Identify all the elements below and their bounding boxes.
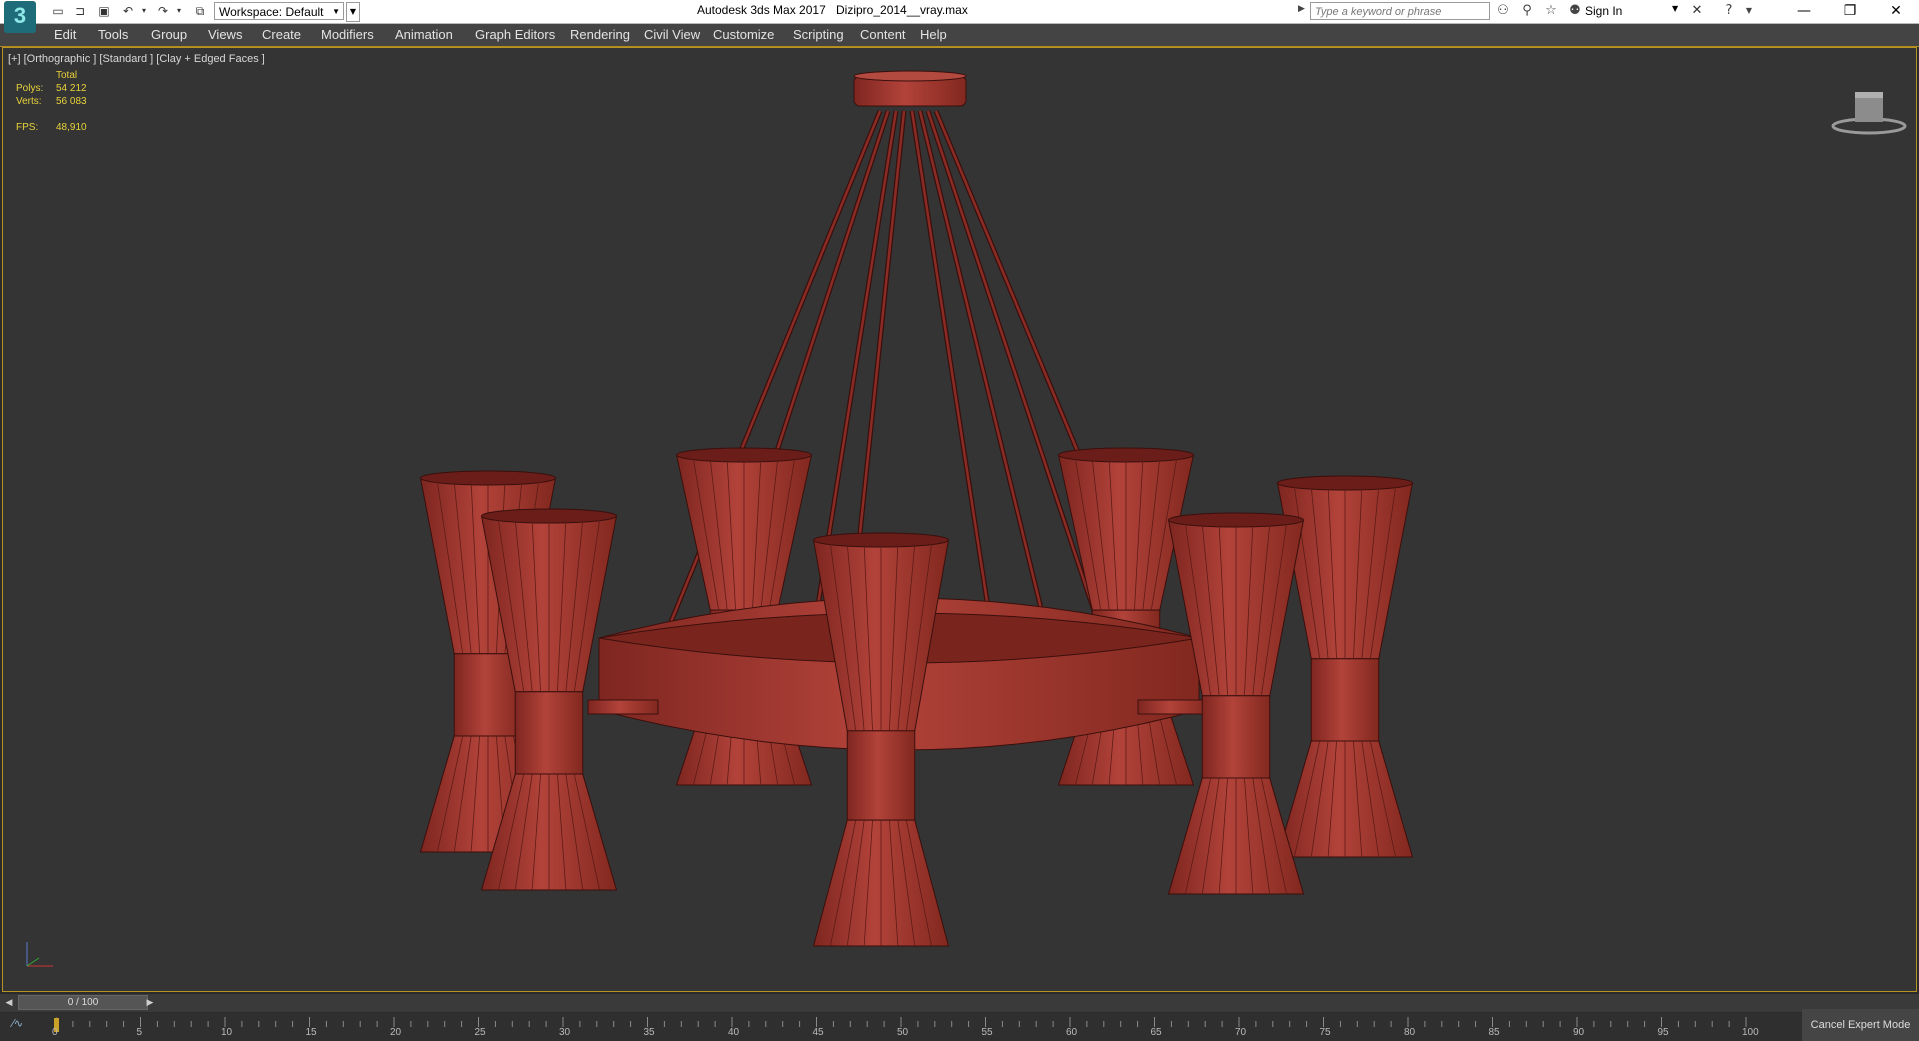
track-bar-label: 40 [728,1027,740,1038]
open-file-icon[interactable]: ⊐ [72,3,88,19]
track-bar-label: 90 [1573,1027,1585,1038]
track-bar-label: 15 [305,1027,317,1038]
curve-editor-icon[interactable]: ⁄∿ [12,1017,23,1030]
time-slider[interactable]: ◀ 0 / 100 ▶ [0,994,1919,1012]
workspace-dropdown[interactable]: Workspace: Default ▼ [214,2,344,20]
chandelier-model[interactable] [3,48,1916,991]
left-arm [587,699,659,715]
menu-bar: Edit Tools Group Views Create Modifiers … [0,24,1919,47]
track-bar-label: 100 [1742,1027,1759,1038]
track-bar-label: 25 [474,1027,486,1038]
track-bar-label: 45 [812,1027,824,1038]
minimize-button[interactable]: — [1781,0,1827,22]
track-bar-label: 5 [136,1027,143,1038]
sign-in-button[interactable]: Sign In [1585,4,1622,18]
track-bar-label: 75 [1319,1027,1331,1038]
menu-create[interactable]: Create [262,27,301,42]
cancel-expert-mode-button[interactable]: Cancel Expert Mode [1802,1009,1919,1041]
new-file-icon[interactable]: ▭ [50,3,66,19]
previous-frame-icon[interactable]: ◀ [3,996,15,1010]
track-bar-label: 20 [390,1027,402,1038]
help-icon[interactable]: ? [1720,3,1738,19]
time-slider-thumb[interactable]: 0 / 100 [18,995,148,1010]
track-bar-label: 95 [1657,1027,1669,1038]
track-bar-label: 70 [1235,1027,1247,1038]
exchange-apps-icon[interactable]: ✕ [1688,3,1706,19]
undo-dropdown-icon[interactable]: ▾ [136,3,152,19]
lamp-shade-right-front-collar [1201,695,1271,779]
binoculars-icon[interactable]: ⚇ [1494,3,1512,19]
undo-icon[interactable]: ↶ [120,3,136,19]
track-bar-label: 55 [981,1027,993,1038]
app-title: Autodesk 3ds Max 2017 [697,3,826,17]
track-bar-label: 35 [643,1027,655,1038]
menu-scripting[interactable]: Scripting [793,27,844,42]
communication-center-icon[interactable]: ⚲ [1518,3,1536,19]
search-input[interactable]: Type a keyword or phrase [1310,2,1490,20]
save-file-icon[interactable]: ▣ [96,3,112,19]
menu-help[interactable]: Help [920,27,947,42]
canopy-top [853,70,967,82]
lamp-shade-right-back-collar [1310,658,1380,742]
chevron-down-icon: ▼ [332,7,340,16]
menu-animation[interactable]: Animation [395,27,453,42]
lamp-shade-left-front-collar [514,691,584,775]
perspective-viewport[interactable]: [+] [Orthographic ] [Standard ] [Clay + … [2,47,1917,992]
menu-views[interactable]: Views [208,27,242,42]
next-frame-icon[interactable]: ▶ [144,996,156,1010]
restore-button[interactable]: ❐ [1827,0,1873,22]
workspace-label: Workspace: Default [219,5,324,19]
menu-content[interactable]: Content [860,27,906,42]
app-logo-icon[interactable]: 3 [4,1,36,33]
chevron-down-icon[interactable]: ▼ [1672,4,1678,13]
quick-access-customize-icon[interactable]: ▼ [346,2,360,22]
title-bar: 3 ▭ ⊐ ▣ ↶ ▾ ↷ ▾ ⧉ Workspace: Default ▼ ▼… [0,0,1919,33]
menu-civil-view[interactable]: Civil View [644,27,700,42]
close-button[interactable]: ✕ [1873,0,1919,22]
file-title: Dizipro_2014__vray.max [836,3,968,17]
menu-customize[interactable]: Customize [713,27,774,42]
track-bar-label: 50 [897,1027,909,1038]
user-icon: ⚉ [1569,3,1581,18]
track-bar-label: 80 [1404,1027,1416,1038]
track-bar[interactable]: ⁄∿ 0 5 10 15 20 25 30 35 40 45 50 55 60 65 70 75 80 85 90 9… [0,1013,1919,1041]
help-dropdown-icon[interactable]: ▼ [1740,3,1758,19]
menu-graph-editors[interactable]: Graph Editors [475,27,555,42]
track-bar-label: 60 [1066,1027,1078,1038]
track-bar-label: 10 [221,1027,233,1038]
lamp-shade-front-center-collar [846,730,916,821]
track-bar-label: 85 [1488,1027,1500,1038]
menu-edit[interactable]: Edit [54,27,76,42]
menu-group[interactable]: Group [151,27,187,42]
redo-dropdown-icon[interactable]: ▾ [171,3,187,19]
search-expand-icon[interactable]: ▶ [1298,4,1305,14]
menu-modifiers[interactable]: Modifiers [321,27,374,42]
track-bar-label: 0 [52,1027,58,1038]
menu-tools[interactable]: Tools [98,27,128,42]
track-bar-label: 30 [559,1027,571,1038]
axis-tripod-icon [26,942,53,967]
project-folder-icon[interactable]: ⧉ [192,3,208,19]
redo-icon[interactable]: ↷ [155,3,171,19]
favorites-star-icon[interactable]: ☆ [1542,3,1560,19]
right-arm [1137,699,1209,715]
track-bar-label: 65 [1150,1027,1162,1038]
menu-rendering[interactable]: Rendering [570,27,630,42]
